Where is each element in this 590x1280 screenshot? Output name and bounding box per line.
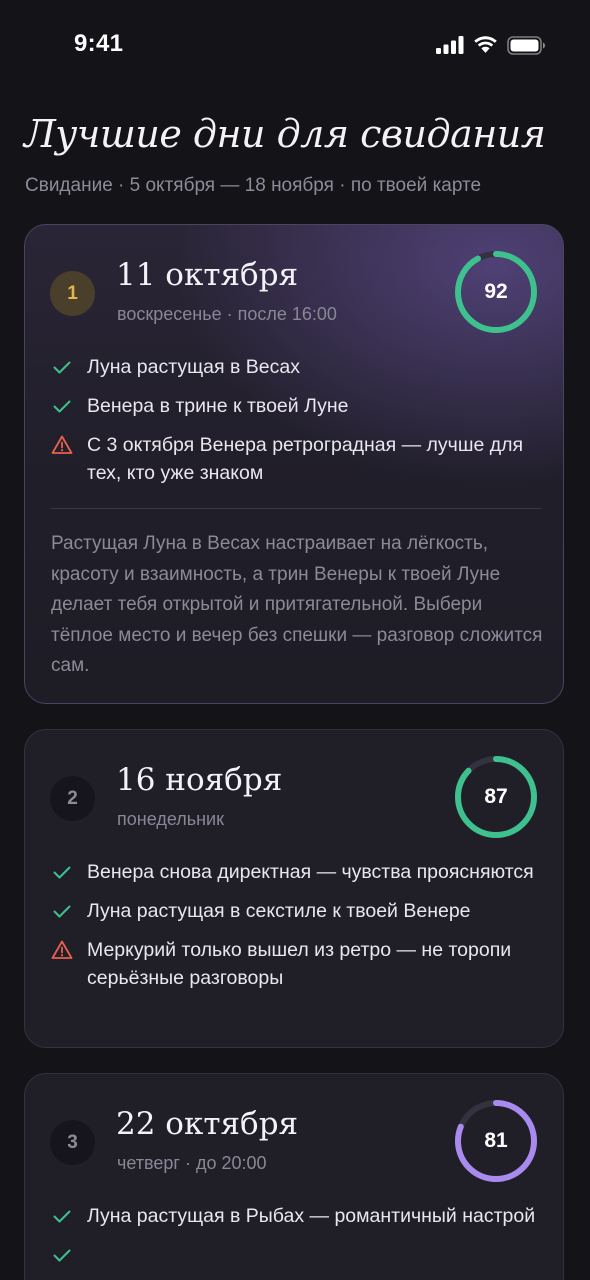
score-value: 81 (484, 1129, 508, 1152)
status-time: 9:41 (74, 30, 124, 57)
check-icon (53, 1210, 71, 1223)
factor-item: Луна растущая в Весах (51, 353, 541, 381)
score-value: 92 (484, 280, 508, 303)
check-icon (53, 866, 71, 879)
screen: 9:41 Лучшие дни для свидания Свидание · … (0, 0, 590, 1280)
rank-badge: 3 (50, 1120, 95, 1165)
factor-text: С 3 октября Венера ретроградная — лучше … (87, 434, 524, 484)
card-day: понедельник (117, 809, 224, 829)
check-icon (53, 361, 71, 374)
status-bar: 9:41 (0, 0, 590, 90)
factor-text: Луна растущая в Рыбах — романтичный наст… (87, 1205, 536, 1227)
factor-list: Луна растущая в Рыбах — романтичный наст… (51, 1202, 541, 1262)
divider (51, 508, 541, 509)
factor-text: Венера в трине к твоей Луне (87, 395, 349, 417)
factor-text: Луна растущая в секстиле к твоей Венере (87, 900, 471, 922)
card-day: воскресенье · после 16:00 (117, 304, 337, 324)
check-icon (53, 1249, 71, 1262)
battery-icon (507, 35, 545, 55)
factor-item: Венера в трине к твоей Луне (51, 392, 541, 420)
factor-list: Луна растущая в Весах Венера в трине к т… (51, 353, 541, 498)
score-ring: 81 (453, 1098, 539, 1184)
page-subtitle: Свидание · 5 октября — 18 ноября · по тв… (25, 175, 482, 196)
cellular-signal-icon (436, 36, 464, 54)
factor-text: Венера снова директная — чувства проясня… (87, 861, 534, 883)
card-day: четверг · до 20:00 (117, 1153, 267, 1173)
status-icons (436, 34, 546, 56)
rank-badge: 2 (50, 776, 95, 821)
factor-item: С 3 октября Венера ретроградная — лучше … (51, 431, 541, 487)
factor-item: Венера снова директная — чувства проясня… (51, 858, 541, 886)
factor-text: Меркурий только вышел из ретро — не торо… (87, 939, 512, 989)
warning-icon (51, 435, 73, 454)
date-card[interactable]: 2 16 ноября понедельник 87 Венера снова … (24, 729, 564, 1048)
score-value: 87 (484, 785, 508, 808)
wifi-icon (474, 36, 497, 53)
card-date: 16 ноября (116, 762, 283, 798)
score-ring: 92 (453, 249, 539, 335)
check-icon (53, 905, 71, 918)
page-title: Лучшие дни для свидания (24, 112, 546, 156)
factor-item: Луна растущая в секстиле к твоей Венере (51, 897, 541, 925)
card-description: Растущая Луна в Весах настраивает на лёг… (51, 533, 543, 676)
factor-item: Меркурий только вышел из ретро — не торо… (51, 936, 541, 992)
date-card[interactable]: 3 22 октября четверг · до 20:00 81 Луна … (24, 1073, 564, 1280)
check-icon (53, 400, 71, 413)
card-date: 11 октября (116, 257, 299, 293)
score-ring: 87 (453, 754, 539, 840)
rank-badge: 1 (50, 271, 95, 316)
factor-item: Луна растущая в Рыбах — романтичный наст… (51, 1202, 541, 1230)
factor-text: Луна растущая в Весах (87, 356, 300, 378)
card-date: 22 октября (116, 1106, 299, 1142)
factor-list: Венера снова директная — чувства проясня… (51, 858, 541, 1003)
date-card[interactable]: 1 11 октября воскресенье · после 16:00 9… (24, 224, 564, 704)
warning-icon (51, 940, 73, 959)
